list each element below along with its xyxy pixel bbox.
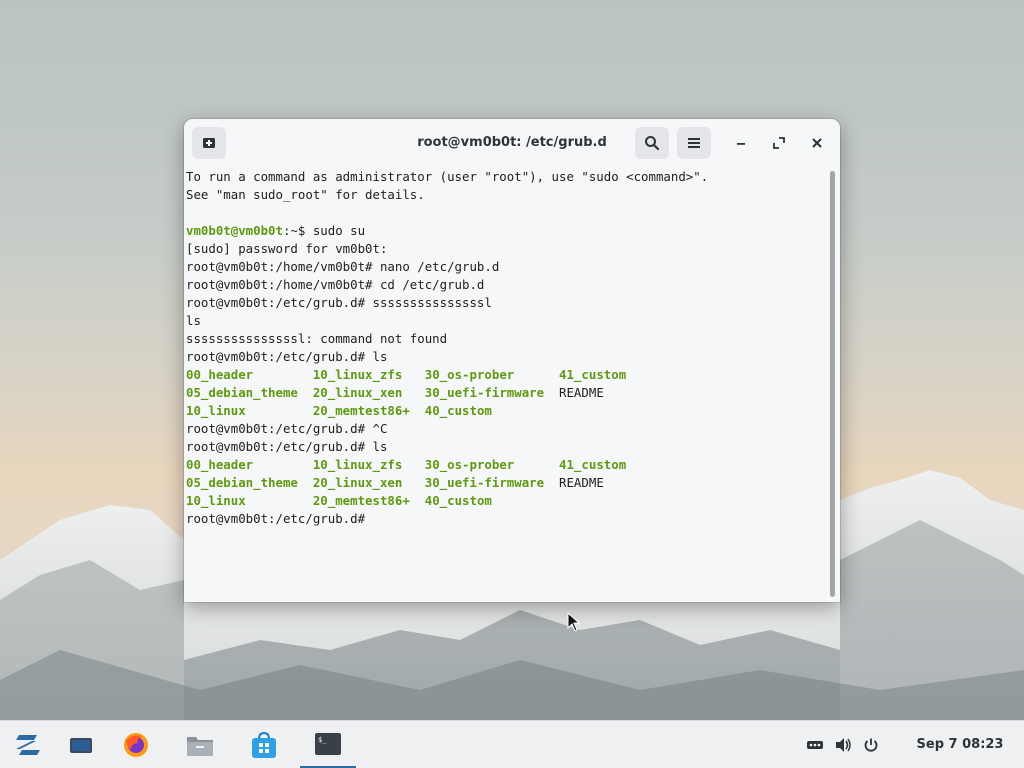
zorin-menu-icon [16, 735, 40, 755]
terminal-line: root@vm0b0t:/etc/grub.d# ^C [186, 420, 826, 438]
minimize-button[interactable] [729, 131, 753, 155]
clock[interactable]: Sep 7 08:23 [905, 721, 1015, 768]
terminal-line: 00_header 10_linux_zfs 30_os-prober 41_c… [186, 456, 826, 474]
terminal-text: root@vm0b0t:/etc/grub.d# ls [186, 349, 388, 364]
terminal-text: README [559, 475, 604, 490]
terminal-text: 30_uefi-firmware [424, 385, 560, 400]
terminal-line: To run a command as administrator (user … [186, 168, 826, 186]
terminal-taskbar-button[interactable]: $_ [300, 721, 356, 768]
terminal-text: 30_os-prober [424, 457, 560, 472]
terminal-line: root@vm0b0t:/home/vm0b0t# cd /etc/grub.d [186, 276, 826, 294]
terminal-line: root@vm0b0t:/etc/grub.d# [186, 510, 826, 528]
terminal-text: 00_header [186, 457, 313, 472]
workspaces-icon [70, 738, 92, 753]
terminal-text: 10_linux [186, 403, 313, 418]
terminal-line: sssssssssssssssl: command not found [186, 330, 826, 348]
terminal-text: 05_debian_theme [186, 385, 313, 400]
terminal-text: root@vm0b0t:/home/vm0b0t# nano /etc/grub… [186, 259, 500, 274]
workspaces-button[interactable] [53, 721, 109, 768]
terminal-line: 05_debian_theme 20_linux_xen 30_uefi-fir… [186, 474, 826, 492]
terminal-text: sssssssssssssssl: command not found [186, 331, 448, 346]
terminal-text: :~$ sudo su [282, 223, 366, 238]
terminal-text: 05_debian_theme [186, 475, 313, 490]
power-icon [864, 738, 878, 752]
zorin-menu-button[interactable] [0, 721, 56, 768]
new-tab-icon [203, 138, 215, 148]
terminal-line: 00_header 10_linux_zfs 30_os-prober 41_c… [186, 366, 826, 384]
files-icon [187, 737, 213, 756]
terminal-scrollbar[interactable] [830, 171, 835, 597]
files-button[interactable] [172, 721, 228, 768]
terminal-text: root@vm0b0t:/etc/grub.d# ^C [186, 421, 388, 436]
volume-icon [836, 738, 851, 752]
terminal-text: To run a command as administrator (user … [186, 169, 709, 184]
terminal-line: See "man sudo_root" for details. [186, 186, 826, 204]
terminal-line: root@vm0b0t:/home/vm0b0t# nano /etc/grub… [186, 258, 826, 276]
terminal-text: 10_linux [186, 493, 313, 508]
network-indicator[interactable] [805, 735, 825, 755]
terminal-window[interactable]: root@vm0b0t: /etc/grub.d To run a comman… [184, 119, 840, 602]
terminal-line: [sudo] password for vm0b0t: [186, 240, 826, 258]
terminal-text: README [559, 385, 604, 400]
terminal-icon: $_ [315, 732, 341, 755]
search-button[interactable] [635, 127, 669, 159]
terminal-text: 30_os-prober [424, 367, 560, 382]
terminal-line: 10_linux 20_memtest86+ 40_custom [186, 492, 826, 510]
firefox-icon [124, 733, 148, 757]
terminal-text: 10_linux_zfs [312, 457, 425, 472]
terminal-text: ls [186, 313, 201, 328]
title-bar[interactable]: root@vm0b0t: /etc/grub.d [184, 119, 840, 166]
mouse-cursor-icon [567, 612, 581, 632]
terminal-text: 20_linux_xen [312, 475, 425, 490]
terminal-text: 20_memtest86+ [312, 493, 425, 508]
terminal-text: 40_custom [424, 493, 492, 508]
terminal-text: root@vm0b0t:/etc/grub.d# ls [186, 439, 388, 454]
terminal-line: 10_linux 20_memtest86+ 40_custom [186, 402, 826, 420]
terminal-text: [sudo] password for vm0b0t: [186, 241, 388, 256]
taskbar: $_ Sep 7 08:23 [0, 720, 1024, 768]
terminal-text: root@vm0b0t:/etc/grub.d# [186, 511, 373, 526]
terminal-text: 30_uefi-firmware [424, 475, 560, 490]
terminal-text: root@vm0b0t:/home/vm0b0t# cd /etc/grub.d [186, 277, 485, 292]
search-icon [645, 136, 660, 151]
terminal-text: 20_linux_xen [312, 385, 425, 400]
terminal-text: 10_linux_zfs [312, 367, 425, 382]
terminal-text: vm0b0t@vm0b0t [186, 223, 283, 238]
software-store-icon [252, 731, 276, 758]
terminal-text: See "man sudo_root" for details. [186, 187, 425, 202]
terminal-text: 00_header [186, 367, 313, 382]
maximize-button[interactable] [767, 131, 791, 155]
new-tab-button[interactable] [192, 127, 226, 159]
terminal-text: 41_custom [559, 457, 627, 472]
terminal-line: root@vm0b0t:/etc/grub.d# sssssssssssssss… [186, 294, 826, 312]
terminal-line: vm0b0t@vm0b0t:~$ sudo su [186, 222, 826, 240]
firefox-button[interactable] [108, 721, 164, 768]
close-icon [812, 138, 822, 148]
network-icon [807, 741, 823, 749]
volume-indicator[interactable] [833, 735, 853, 755]
terminal-text: root@vm0b0t:/etc/grub.d# sssssssssssssss… [186, 295, 492, 310]
terminal-line: 05_debian_theme 20_linux_xen 30_uefi-fir… [186, 384, 826, 402]
terminal-text: 41_custom [559, 367, 627, 382]
minimize-icon [737, 143, 745, 145]
terminal-text: 40_custom [424, 403, 492, 418]
software-store-button[interactable] [236, 721, 292, 768]
terminal-line: root@vm0b0t:/etc/grub.d# ls [186, 438, 826, 456]
menu-button[interactable] [677, 127, 711, 159]
power-menu[interactable] [861, 735, 881, 755]
terminal-line: root@vm0b0t:/etc/grub.d# ls [186, 348, 826, 366]
maximize-icon [773, 137, 785, 149]
terminal-text: 20_memtest86+ [312, 403, 425, 418]
terminal-line: ls [186, 312, 826, 330]
terminal-output[interactable]: To run a command as administrator (user … [186, 168, 826, 598]
close-button[interactable] [805, 131, 829, 155]
hamburger-menu-icon [688, 138, 700, 148]
svg-text:$_: $_ [318, 736, 327, 744]
